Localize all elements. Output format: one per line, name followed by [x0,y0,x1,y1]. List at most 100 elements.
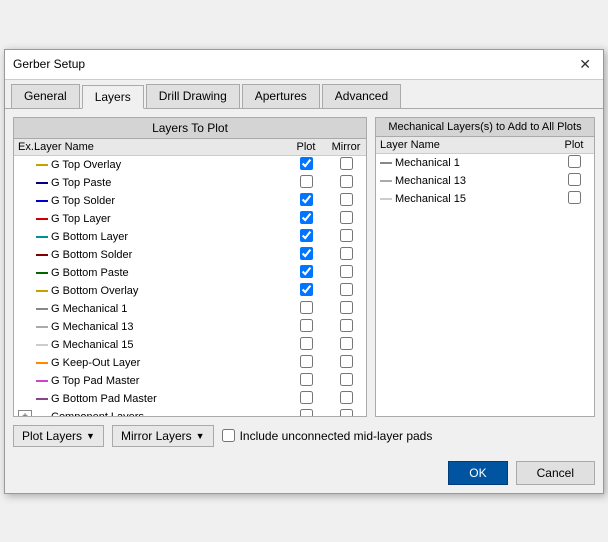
layer-plot-checkbox[interactable] [300,355,313,368]
layer-mirror-col [326,283,366,299]
layer-color-indicator [36,326,48,328]
title-bar: Gerber Setup ✕ [5,50,603,80]
layer-color-indicator [36,218,48,220]
layer-color-indicator [36,236,48,238]
left-layer-row: G Top Solder [14,192,366,210]
layer-mirror-checkbox[interactable] [340,211,353,224]
layer-color-indicator [36,290,48,292]
layer-name: G Bottom Layer [34,231,286,243]
layer-mirror-col [326,265,366,281]
layer-plot-col [286,409,326,416]
tab-layers[interactable]: Layers [82,85,144,109]
gerber-setup-dialog: Gerber Setup ✕ General Layers Drill Draw… [4,49,604,494]
layer-plot-checkbox[interactable] [300,211,313,224]
left-layer-row: G Bottom Solder [14,246,366,264]
tab-advanced[interactable]: Advanced [322,84,401,108]
right-panel: Mechanical Layers(s) to Add to All Plots… [375,117,595,417]
cancel-button[interactable]: Cancel [516,461,595,485]
plot-layers-button[interactable]: Plot Layers ▼ [13,425,104,447]
layer-plot-checkbox[interactable] [300,265,313,278]
left-layer-row: G Bottom Pad Master [14,390,366,408]
layer-mirror-col [326,193,366,209]
mirror-layers-arrow-icon: ▼ [196,431,205,441]
tabs-bar: General Layers Drill Drawing Apertures A… [5,80,603,109]
layer-name: G Keep-Out Layer [34,357,286,369]
layer-plot-checkbox[interactable] [300,337,313,350]
layer-mirror-checkbox[interactable] [340,229,353,242]
layer-mirror-checkbox[interactable] [340,175,353,188]
tab-general[interactable]: General [11,84,80,108]
expand-icon[interactable]: + [18,410,32,416]
layer-plot-col [286,391,326,407]
panels-row: Layers To Plot Ex... Layer Name Plot Mir… [13,117,595,417]
right-layer-plot-checkbox[interactable] [568,191,581,204]
col-ex-header: Ex... [14,141,34,153]
layer-name: G Top Pad Master [34,375,286,387]
layer-mirror-checkbox[interactable] [340,391,353,404]
layer-plot-checkbox[interactable] [300,175,313,188]
right-layer-plot-checkbox[interactable] [568,155,581,168]
layer-mirror-checkbox[interactable] [340,355,353,368]
plot-layers-arrow-icon: ▼ [86,431,95,441]
layer-plot-col [286,247,326,263]
left-panel: Layers To Plot Ex... Layer Name Plot Mir… [13,117,367,417]
layer-plot-checkbox[interactable] [300,319,313,332]
layer-mirror-checkbox[interactable] [340,157,353,170]
layer-plot-checkbox[interactable] [300,229,313,242]
left-layer-row: G Bottom Layer [14,228,366,246]
include-checkbox-row: Include unconnected mid-layer pads [222,429,433,443]
layer-name: G Top Solder [34,195,286,207]
right-layer-name: Mechanical 13 [376,175,554,187]
layer-color-indicator [36,164,48,166]
layer-mirror-checkbox[interactable] [340,265,353,278]
ok-button[interactable]: OK [448,461,507,485]
layer-plot-checkbox[interactable] [300,409,313,416]
left-layer-row: G Top Pad Master [14,372,366,390]
layer-color-indicator [36,272,48,274]
layer-mirror-checkbox[interactable] [340,283,353,296]
layer-plot-col [286,175,326,191]
layer-name: G Mechanical 15 [34,339,286,351]
left-layer-row: G Bottom Overlay [14,282,366,300]
tab-drill-drawing[interactable]: Drill Drawing [146,84,240,108]
mirror-layers-button[interactable]: Mirror Layers ▼ [112,425,214,447]
layer-name: G Top Overlay [34,159,286,171]
right-layer-plot-checkbox[interactable] [568,173,581,186]
include-checkbox[interactable] [222,429,235,442]
layer-mirror-checkbox[interactable] [340,301,353,314]
layer-color-indicator [36,344,48,346]
layer-plot-checkbox[interactable] [300,247,313,260]
layer-mirror-checkbox[interactable] [340,247,353,260]
left-layer-row: +Component Layers [14,408,366,416]
layer-plot-col [286,337,326,353]
layer-plot-checkbox[interactable] [300,283,313,296]
right-layer-row: Mechanical 15 [376,190,594,208]
layer-plot-checkbox[interactable] [300,157,313,170]
layer-plot-col [286,211,326,227]
layer-ex-col: + [14,410,34,416]
layer-plot-checkbox[interactable] [300,301,313,314]
layer-mirror-checkbox[interactable] [340,373,353,386]
layer-mirror-checkbox[interactable] [340,319,353,332]
layer-name: G Mechanical 1 [34,303,286,315]
close-button[interactable]: ✕ [575,56,595,73]
layer-name: G Bottom Overlay [34,285,286,297]
layer-mirror-checkbox[interactable] [340,337,353,350]
right-layer-color-indicator [380,198,392,200]
layer-mirror-checkbox[interactable] [340,193,353,206]
layer-mirror-col [326,319,366,335]
layer-color-indicator [36,380,48,382]
layer-mirror-col [326,301,366,317]
tab-apertures[interactable]: Apertures [242,84,320,108]
layer-mirror-col [326,391,366,407]
layer-plot-checkbox[interactable] [300,391,313,404]
layer-mirror-checkbox[interactable] [340,409,353,416]
col-plot-header: Plot [286,141,326,153]
layer-plot-checkbox[interactable] [300,373,313,386]
layer-plot-checkbox[interactable] [300,193,313,206]
layer-mirror-col [326,175,366,191]
right-layer-plot-col [554,155,594,171]
left-layer-row: G Mechanical 15 [14,336,366,354]
left-layer-row: G Top Paste [14,174,366,192]
col-mirror-header: Mirror [326,141,366,153]
